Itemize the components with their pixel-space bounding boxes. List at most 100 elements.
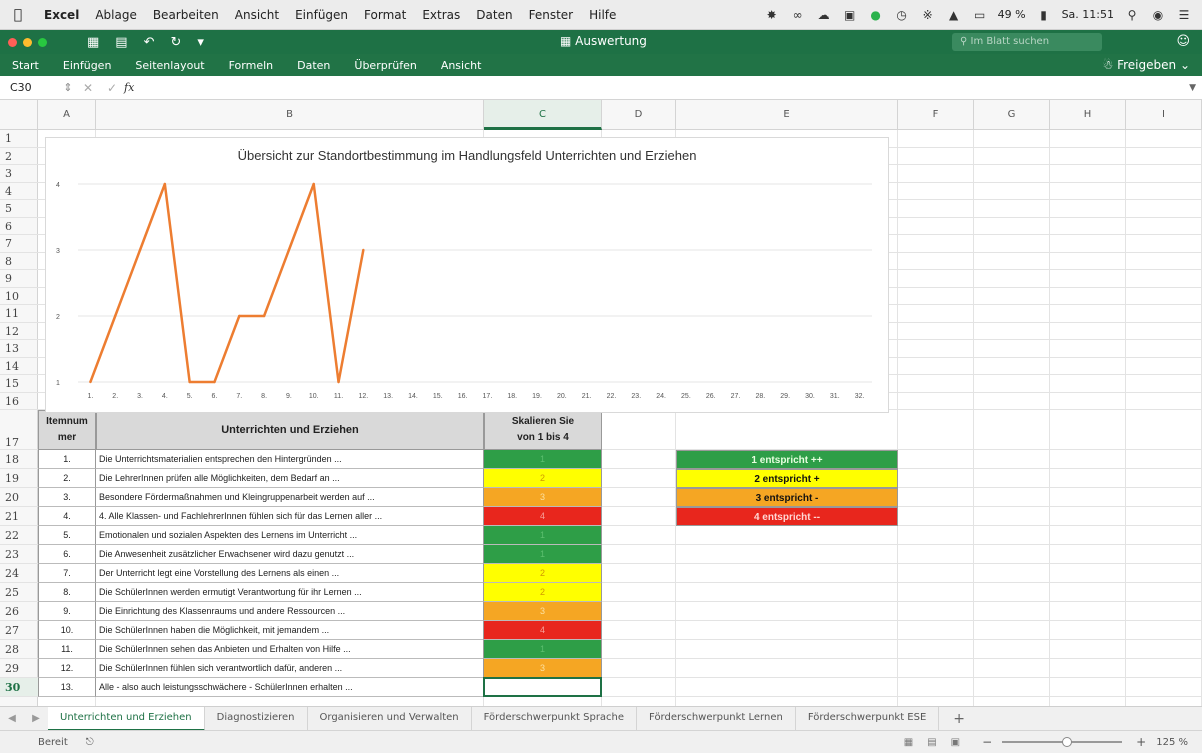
legend-entry-2[interactable]: 2 entspricht + <box>676 469 898 488</box>
item-number[interactable]: 1. <box>38 450 96 469</box>
item-text[interactable]: Die SchülerInnen fühlen sich verantwortl… <box>96 659 484 678</box>
item-number[interactable]: 12. <box>38 659 96 678</box>
save-icon[interactable]: ▤ <box>115 35 127 50</box>
row-header-28[interactable]: 28 <box>0 640 38 659</box>
row-header-7[interactable]: 7 <box>0 235 38 253</box>
item-number[interactable]: 10. <box>38 621 96 640</box>
minimize-window-button[interactable] <box>23 37 32 47</box>
chat-icon[interactable]: ● <box>868 8 884 22</box>
macro-record-icon[interactable]: ⎋ <box>86 737 94 748</box>
tab-ueberpruefen[interactable]: Überprüfen <box>342 59 428 72</box>
zoom-window-button[interactable] <box>38 37 47 47</box>
column-header-h[interactable]: H <box>1050 100 1126 130</box>
tab-seitenlayout[interactable]: Seitenlayout <box>123 59 216 72</box>
spotlight-icon[interactable]: ⚲ <box>1124 8 1140 22</box>
menu-einfuegen[interactable]: Einfügen <box>287 8 356 22</box>
siri-icon[interactable]: ◉ <box>1150 8 1166 22</box>
legend-entry-1[interactable]: 1 entspricht ++ <box>676 450 898 469</box>
customize-toolbar-icon[interactable]: ▾ <box>197 35 204 50</box>
column-header-f[interactable]: F <box>898 100 974 130</box>
undo-icon[interactable]: ↶ <box>144 35 155 50</box>
item-score[interactable]: 3 <box>484 488 602 507</box>
item-text[interactable]: Alle - also auch leistungsschwächere - S… <box>96 678 484 697</box>
clock[interactable]: Sa. 11:51 <box>1062 8 1114 21</box>
menu-format[interactable]: Format <box>356 8 414 22</box>
name-box-stepper-icon[interactable]: ⇕ <box>60 81 76 94</box>
row-header-4[interactable]: 4 <box>0 183 38 200</box>
row-header-3[interactable]: 3 <box>0 165 38 183</box>
item-number[interactable]: 5. <box>38 526 96 545</box>
time-machine-icon[interactable]: ◷ <box>894 8 910 22</box>
item-score[interactable]: 1 <box>484 526 602 545</box>
row-header-16[interactable]: 16 <box>0 393 38 410</box>
next-sheet-icon[interactable]: ▶ <box>24 713 48 724</box>
row-header-5[interactable]: 5 <box>0 200 38 218</box>
tab-formeln[interactable]: Formeln <box>217 59 286 72</box>
item-score[interactable]: 1 <box>484 450 602 469</box>
row-header-29[interactable]: 29 <box>0 659 38 678</box>
item-score[interactable]: 2 <box>484 583 602 602</box>
tab-ansicht[interactable]: Ansicht <box>429 59 494 72</box>
feedback-smiley-icon[interactable]: ☺ <box>1176 34 1190 49</box>
zoom-in-button[interactable]: + <box>1136 735 1146 749</box>
sidebar-toggle-icon[interactable]: ▦ <box>87 35 99 50</box>
item-text[interactable]: Die SchülerInnen haben die Möglichkeit, … <box>96 621 484 640</box>
menu-hilfe[interactable]: Hilfe <box>581 8 624 22</box>
menu-daten[interactable]: Daten <box>468 8 520 22</box>
row-header-10[interactable]: 10 <box>0 288 38 305</box>
extension-icon[interactable]: ✸ <box>764 8 780 22</box>
sheet-tab-unterrichten[interactable]: Unterrichten und Erziehen <box>48 706 205 731</box>
header-skalieren[interactable]: Skalieren Sie von 1 bis 4 <box>484 410 602 450</box>
column-header-a[interactable]: A <box>38 100 96 130</box>
tab-einfuegen[interactable]: Einfügen <box>51 59 124 72</box>
sheet-tab-ese[interactable]: Förderschwerpunkt ESE <box>796 706 940 731</box>
row-header-21[interactable]: 21 <box>0 507 38 526</box>
item-number[interactable]: 8. <box>38 583 96 602</box>
insert-function-button[interactable]: fx <box>124 81 154 94</box>
link-icon[interactable]: ∞ <box>790 8 806 22</box>
row-header-9[interactable]: 9 <box>0 270 38 288</box>
sheet-tab-diagnostizieren[interactable]: Diagnostizieren <box>205 706 308 731</box>
item-number[interactable]: 3. <box>38 488 96 507</box>
row-header-19[interactable]: 19 <box>0 469 38 488</box>
row-header-30[interactable]: 30 <box>0 678 38 697</box>
row-header-11[interactable]: 11 <box>0 305 38 323</box>
column-header-b[interactable]: B <box>96 100 484 130</box>
zoom-slider-handle[interactable] <box>1062 737 1073 747</box>
item-number[interactable]: 4. <box>38 507 96 526</box>
expand-formula-bar-icon[interactable]: ▼ <box>1189 83 1196 93</box>
row-header-17[interactable]: 17 <box>0 410 38 450</box>
item-score[interactable]: 3 <box>484 602 602 621</box>
item-number[interactable]: 11. <box>38 640 96 659</box>
legend-entry-3[interactable]: 3 entspricht - <box>676 488 898 507</box>
line-chart[interactable]: Übersicht zur Standortbestimmung im Hand… <box>46 138 888 412</box>
app-icon[interactable]: ▣ <box>842 8 858 22</box>
row-header-25[interactable]: 25 <box>0 583 38 602</box>
item-text[interactable]: Emotionalen und sozialen Aspekten des Le… <box>96 526 484 545</box>
cancel-icon[interactable]: ✕ <box>76 81 100 95</box>
item-text[interactable]: Die SchülerInnen werden ermutigt Verantw… <box>96 583 484 602</box>
row-header-23[interactable]: 23 <box>0 545 38 564</box>
item-number[interactable]: 9. <box>38 602 96 621</box>
notification-center-icon[interactable]: ☰ <box>1176 8 1192 22</box>
item-score[interactable]: 3 <box>484 659 602 678</box>
prev-sheet-icon[interactable]: ◀ <box>0 713 24 724</box>
row-header-20[interactable]: 20 <box>0 488 38 507</box>
item-score[interactable]: 1 <box>484 545 602 564</box>
item-number[interactable]: 6. <box>38 545 96 564</box>
page-layout-view-icon[interactable]: ▤ <box>927 737 936 748</box>
row-header-26[interactable]: 26 <box>0 602 38 621</box>
tab-start[interactable]: Start <box>0 59 51 72</box>
item-text[interactable]: Die LehrerInnen prüfen alle Möglichkeite… <box>96 469 484 488</box>
zoom-slider[interactable] <box>1002 737 1123 747</box>
menu-app-name[interactable]: Excel <box>36 8 87 22</box>
zoom-level[interactable]: 125 % <box>1156 737 1188 748</box>
item-text[interactable]: Besondere Fördermaßnahmen und Kleingrupp… <box>96 488 484 507</box>
bluetooth-icon[interactable]: ※ <box>920 8 936 22</box>
row-header-18[interactable]: 18 <box>0 450 38 469</box>
item-score[interactable]: 1 <box>484 640 602 659</box>
column-header-g[interactable]: G <box>974 100 1050 130</box>
item-score[interactable]: 2 <box>484 564 602 583</box>
row-header-22[interactable]: 22 <box>0 526 38 545</box>
item-text[interactable]: Die Einrichtung des Klassenraums und and… <box>96 602 484 621</box>
